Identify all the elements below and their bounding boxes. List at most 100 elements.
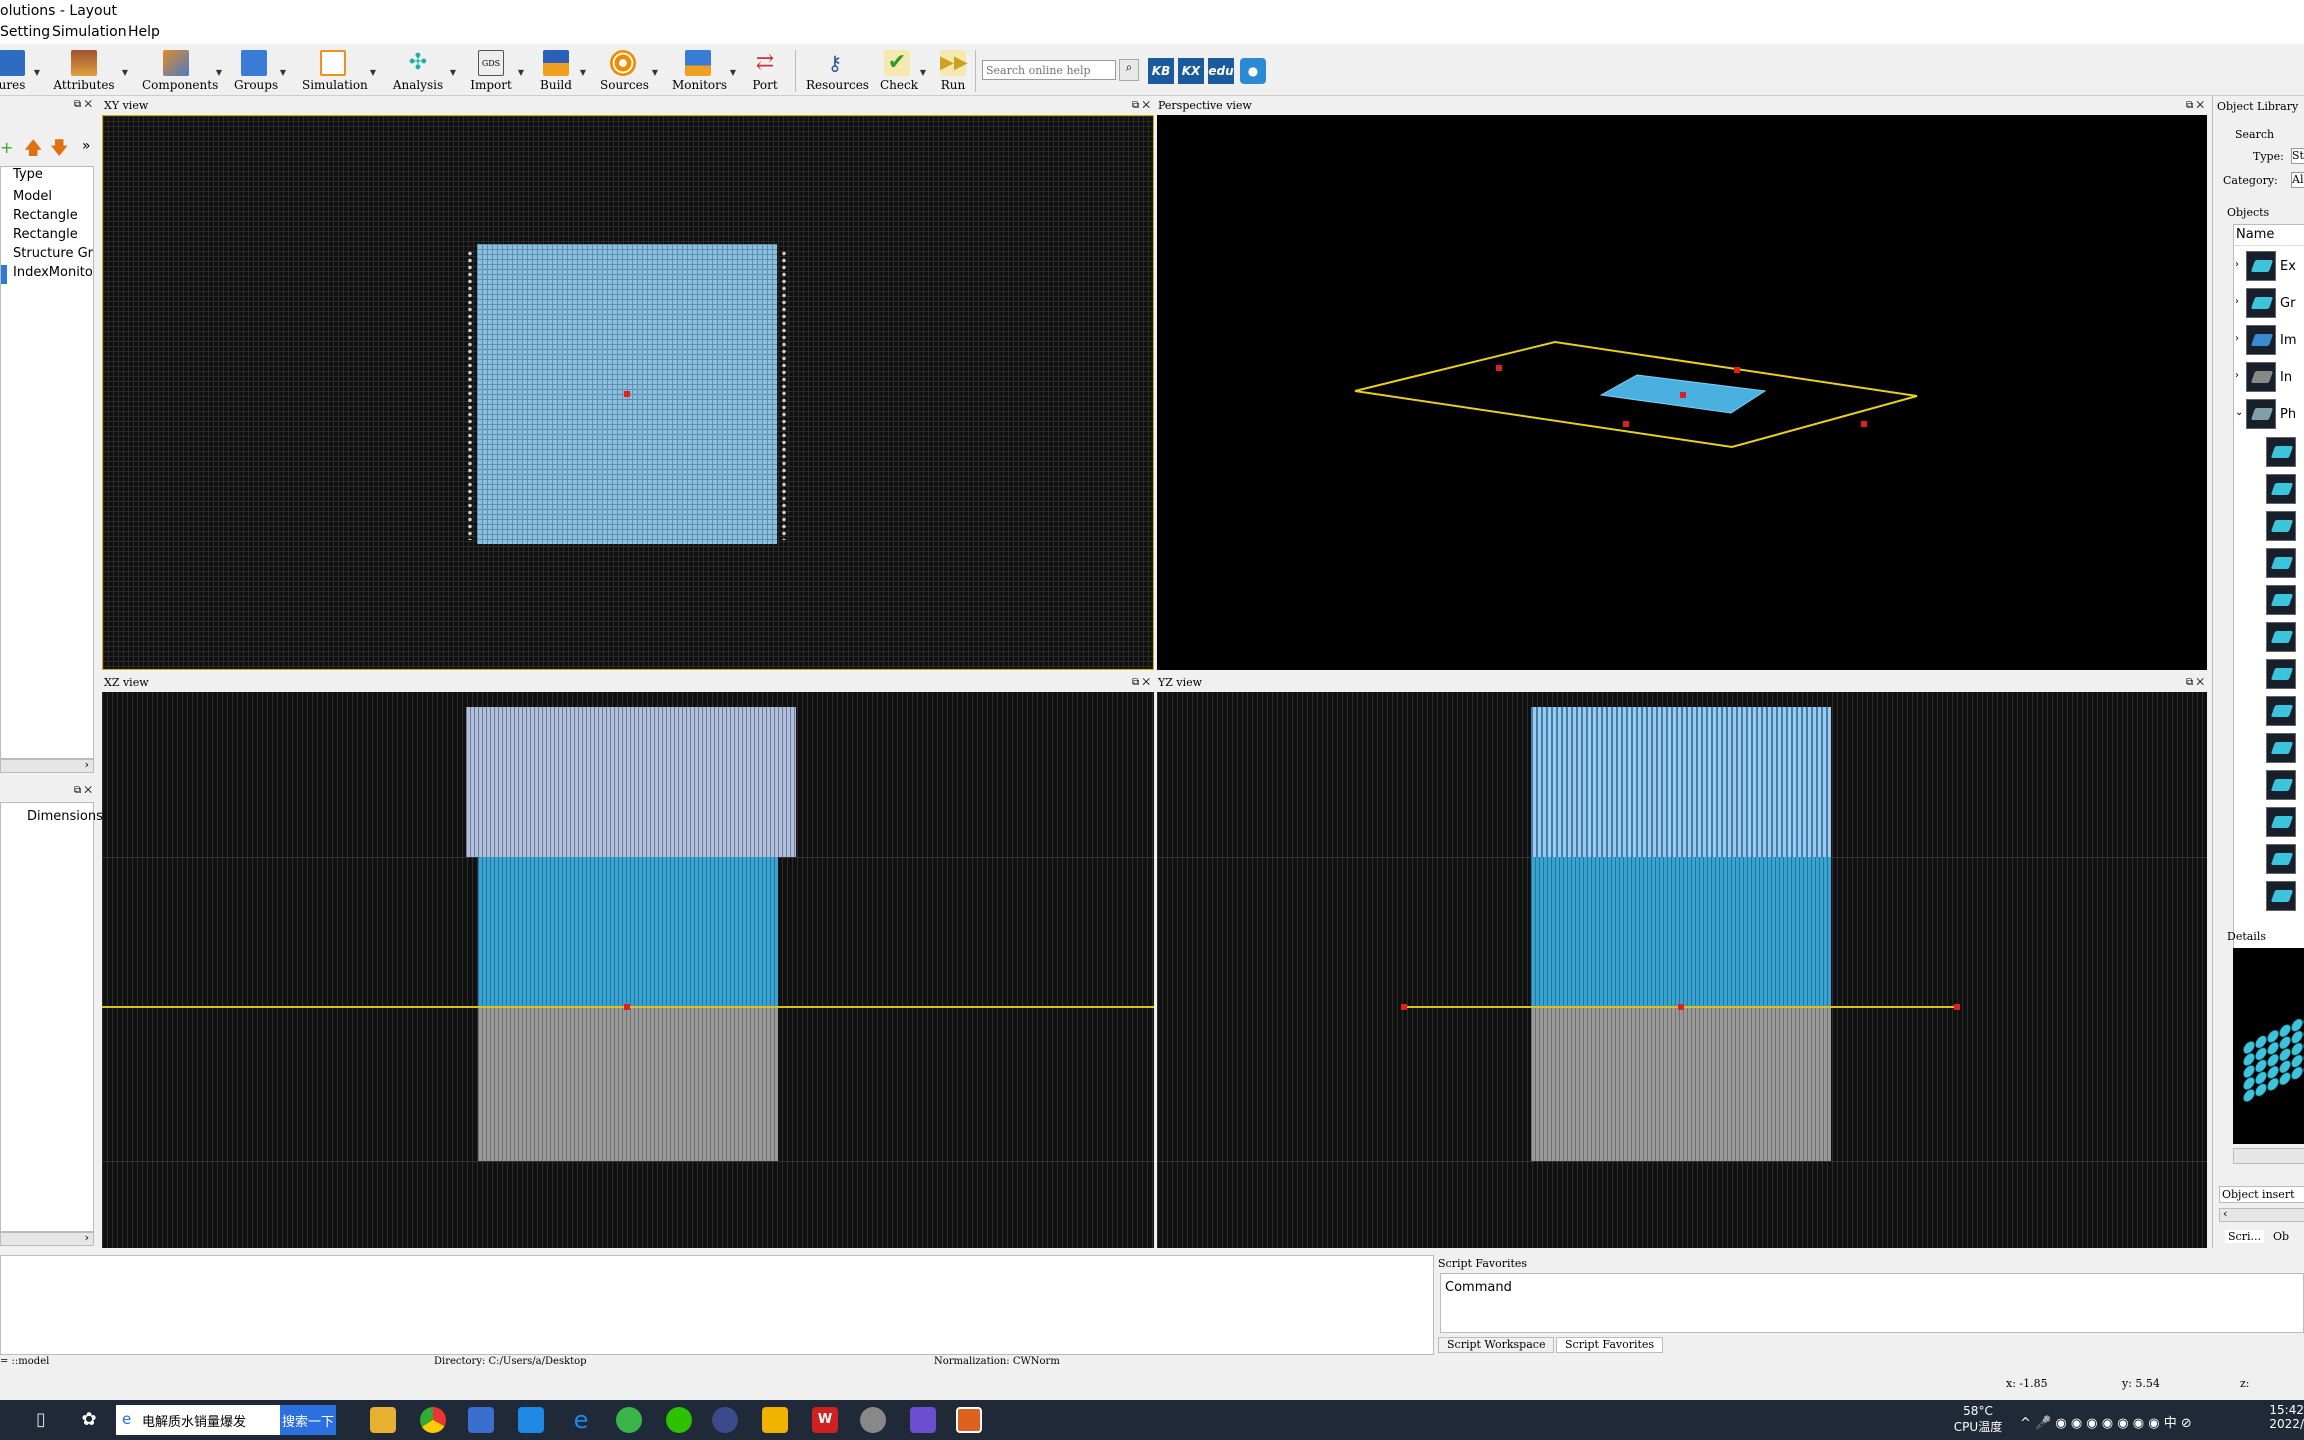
library-object-thumb[interactable] <box>2266 548 2296 578</box>
location-pin-icon[interactable]: ● <box>1240 58 1266 84</box>
xz-view-canvas[interactable] <box>102 692 1154 1248</box>
objects-group-label: Objects <box>2227 206 2270 219</box>
app-blue-icon[interactable] <box>712 1407 738 1433</box>
wps-icon[interactable]: W <box>812 1407 838 1433</box>
app-gray-icon[interactable] <box>860 1407 886 1433</box>
tree-horizontal-scrollbar[interactable]: › <box>0 758 94 773</box>
port-button[interactable]: ⇄ Port <box>750 48 780 94</box>
simulation-button[interactable]: Simulation ▼ <box>302 48 376 94</box>
yz-center-marker <box>1678 1004 1684 1010</box>
build-button[interactable]: Build ▼ <box>538 48 586 94</box>
library-object-thumb[interactable] <box>2266 807 2296 837</box>
library-group-item[interactable]: › In <box>2234 360 2304 394</box>
app-icon[interactable]: ✿ <box>76 1407 102 1433</box>
move-down-icon[interactable]: 🡇 <box>50 136 69 166</box>
script-favorites-title: Script Favorites <box>1438 1257 1528 1270</box>
category-select[interactable]: Al <box>2291 172 2304 188</box>
tab-script[interactable]: Scri... <box>2225 1230 2264 1243</box>
library-object-thumb[interactable] <box>2266 733 2296 763</box>
file-explorer-icon[interactable] <box>370 1407 396 1433</box>
library-object-thumb[interactable] <box>2266 659 2296 689</box>
tree-item-index-monitor[interactable]: IndexMonitor <box>1 265 93 284</box>
search-icon[interactable]: ⌕ <box>1119 59 1139 81</box>
details-label: Details <box>2227 930 2266 943</box>
menu-setting[interactable]: Setting <box>0 24 50 40</box>
import-button[interactable]: GDS Import ▼ <box>470 48 524 94</box>
xz-upper-layer[interactable] <box>466 707 796 857</box>
task-view-icon[interactable]: ▯ <box>28 1407 54 1433</box>
library-object-thumb[interactable] <box>2266 474 2296 504</box>
monitors-button[interactable]: Monitors ▼ <box>672 48 736 94</box>
analysis-button[interactable]: ✣ Analysis ▼ <box>392 48 456 94</box>
sources-button[interactable]: Sources ▼ <box>600 48 658 94</box>
taskbar-search-button[interactable]: 搜索一下 <box>280 1405 336 1435</box>
run-button[interactable]: ▶▶ Run <box>940 48 968 94</box>
xz-view-header: XZ view ⧉ ✕ <box>101 676 1154 690</box>
library-object-thumb[interactable] <box>2266 622 2296 652</box>
components-button[interactable]: Components ▼ <box>142 48 222 94</box>
app-green-icon[interactable] <box>616 1407 642 1433</box>
media-player-icon[interactable] <box>762 1407 788 1433</box>
favorites-table[interactable]: Command <box>1440 1273 2304 1333</box>
tab-object[interactable]: Ob <box>2273 1230 2289 1243</box>
library-object-thumb[interactable] <box>2266 511 2296 541</box>
library-group-item[interactable]: ⌄ Ph <box>2234 397 2304 431</box>
library-group-item[interactable]: › Im <box>2234 323 2304 357</box>
library-object-thumb[interactable] <box>2266 437 2296 467</box>
yz-substrate-layer[interactable] <box>1531 1007 1831 1161</box>
tab-script-workspace[interactable]: Script Workspace <box>1438 1337 1555 1353</box>
details-scrollbar[interactable] <box>2233 1148 2304 1164</box>
property-horizontal-scrollbar[interactable]: › <box>0 1231 94 1246</box>
insert-scrollbar[interactable]: ‹ <box>2219 1207 2304 1222</box>
kx-logo-button[interactable]: KX <box>1178 58 1204 84</box>
chrome-icon[interactable] <box>420 1407 446 1433</box>
lumerical-icon[interactable] <box>956 1407 982 1433</box>
yz-view-canvas[interactable] <box>1157 692 2207 1248</box>
tree-item-rectangle[interactable]: Rectangle <box>1 227 93 246</box>
store-icon[interactable] <box>468 1407 494 1433</box>
tab-script-favorites[interactable]: Script Favorites <box>1556 1337 1664 1353</box>
object-tree-header: ⧉ ✕ <box>0 98 96 114</box>
more-icon[interactable]: » <box>82 138 91 154</box>
tree-item-structure-group[interactable]: Structure Grou <box>1 246 93 265</box>
groups-button[interactable]: Groups ▼ <box>234 48 286 94</box>
library-object-thumb[interactable] <box>2266 844 2296 874</box>
library-object-thumb[interactable] <box>2266 770 2296 800</box>
resources-button[interactable]: ⚷ Resources <box>806 48 869 94</box>
kb-logo-button[interactable]: KB <box>1148 58 1174 84</box>
os-taskbar: ▯ ✿ e 电解质水销量爆发 搜索一下 e W 58°C CPU温度 ^ 🎤 ◉ … <box>0 1400 2304 1440</box>
library-group-item[interactable]: › Gr <box>2234 286 2304 320</box>
structures-button[interactable]: ures ▼ <box>0 48 40 94</box>
yz-upper-layer[interactable] <box>1531 707 1831 857</box>
yz-middle-layer[interactable] <box>1531 857 1831 1007</box>
tree-item-rectangle[interactable]: Rectangle <box>1 208 93 227</box>
library-object-thumb[interactable] <box>2266 585 2296 615</box>
attributes-button[interactable]: Attributes ▼ <box>52 48 128 94</box>
search-online-help-input[interactable] <box>982 60 1116 80</box>
clock[interactable]: 15:42 2022/ <box>2258 1403 2304 1431</box>
xz-substrate-layer[interactable] <box>478 1007 778 1161</box>
edu-logo-button[interactable]: edu <box>1208 58 1234 84</box>
move-up-icon[interactable]: 🡅 <box>24 136 43 166</box>
wechat-icon[interactable] <box>666 1407 692 1433</box>
ie-icon[interactable]: e <box>568 1407 594 1433</box>
cpu-temp-widget[interactable]: 58°C CPU温度 <box>1948 1404 2008 1435</box>
library-group-item[interactable]: › Ex <box>2234 249 2304 283</box>
system-tray[interactable]: ^ 🎤 ◉ ◉ ◉ ◉ ◉ ◉ ◉ 中 ⊘ <box>2020 1412 2192 1431</box>
app-purple-icon[interactable] <box>910 1407 936 1433</box>
type-select[interactable]: St <box>2291 148 2304 164</box>
check-button[interactable]: ✔ Check ▼ <box>880 48 926 94</box>
mail-icon[interactable] <box>518 1407 544 1433</box>
xz-middle-layer[interactable] <box>478 857 778 1007</box>
library-object-thumb[interactable] <box>2266 881 2296 911</box>
perspective-view-canvas[interactable] <box>1157 115 2207 670</box>
menu-simulation[interactable]: Simulation <box>52 24 127 40</box>
script-console[interactable] <box>0 1255 1434 1355</box>
details-preview <box>2233 948 2304 1144</box>
menu-help[interactable]: Help <box>128 24 160 40</box>
add-icon[interactable]: + <box>0 138 13 157</box>
xy-view-canvas[interactable] <box>102 115 1154 670</box>
tree-item-model[interactable]: Model <box>1 189 93 208</box>
taskbar-search-box[interactable]: e 电解质水销量爆发 <box>116 1405 280 1435</box>
library-object-thumb[interactable] <box>2266 696 2296 726</box>
